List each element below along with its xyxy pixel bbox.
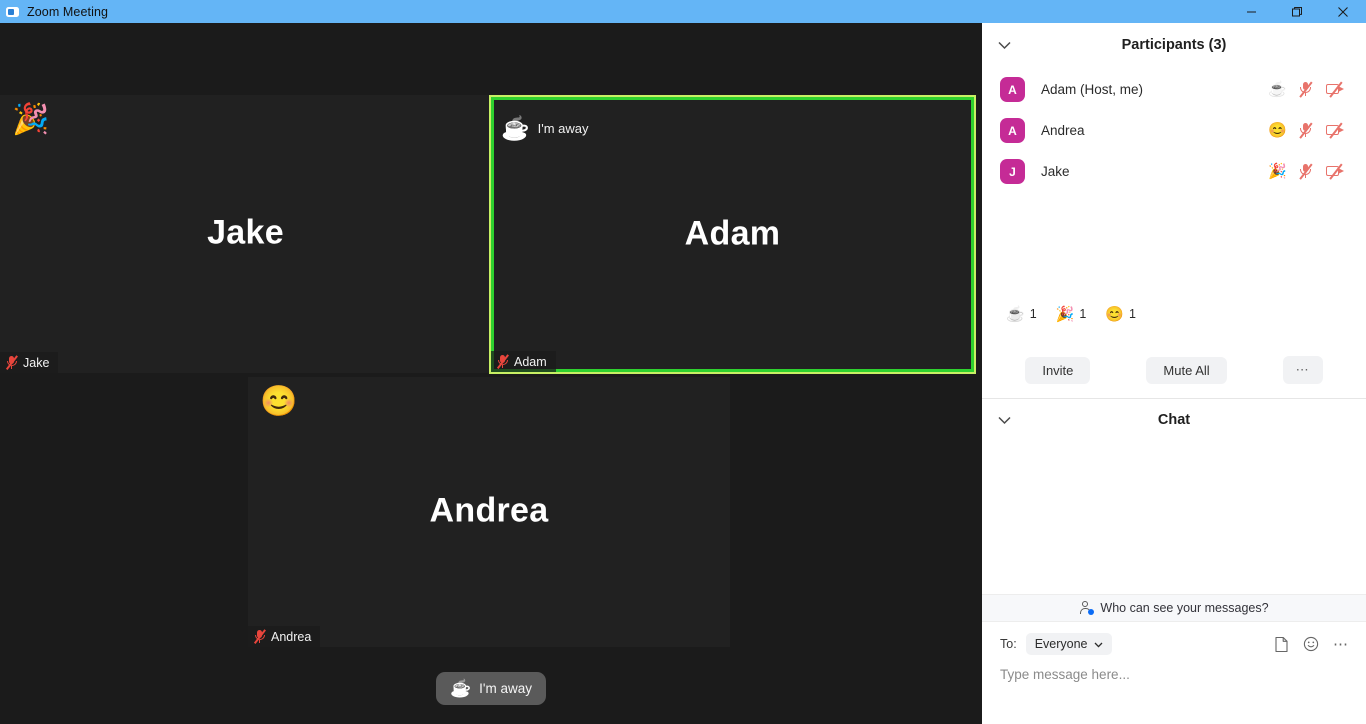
chat-privacy-bar[interactable]: Who can see your messages?: [982, 594, 1366, 622]
participant-row-adam[interactable]: A Adam (Host, me) ☕: [982, 69, 1366, 110]
reaction-count: 1: [1029, 307, 1037, 321]
mic-muted-icon[interactable]: [1298, 163, 1313, 180]
video-tile-adam[interactable]: ☕ I'm away Adam Adam: [489, 95, 976, 374]
mic-muted-icon[interactable]: [1298, 81, 1313, 98]
chat-recipient-value: Everyone: [1034, 637, 1088, 651]
video-stage: 🎉 Jake Jake ☕ I'm away Adam Adam 😊 Andre…: [0, 23, 982, 724]
video-tile-andrea[interactable]: 😊 Andrea Andrea: [248, 377, 730, 647]
file-icon[interactable]: [1274, 636, 1289, 653]
tile-footer-name: Andrea: [271, 629, 312, 644]
coffee-cup-icon: ☕: [501, 115, 530, 141]
right-side-panel: Participants (3) A Adam (Host, me) ☕ A A…: [982, 23, 1366, 724]
avatar: J: [1000, 159, 1025, 184]
close-button[interactable]: [1320, 0, 1366, 23]
avatar: A: [1000, 77, 1025, 102]
reaction-chip-coffee[interactable]: ☕ 1: [1006, 307, 1037, 322]
tile-footer-adam: Adam: [491, 351, 556, 372]
person-icon: [1079, 601, 1095, 615]
video-tile-jake[interactable]: 🎉 Jake Jake: [0, 95, 491, 373]
smiling-face-reaction: 😊: [260, 385, 298, 418]
participant-name: Andrea: [1041, 123, 1085, 138]
tile-footer-name: Jake: [23, 355, 50, 370]
chat-compose-area: To: Everyone ⋯ Type message here...: [982, 622, 1366, 724]
coffee-cup-reaction: ☕: [1006, 305, 1025, 323]
mic-muted-icon: [5, 355, 18, 370]
mic-muted-icon: [496, 354, 509, 369]
window-titlebar: Zoom Meeting: [0, 0, 1366, 23]
chat-more-icon[interactable]: ⋯: [1333, 635, 1348, 653]
coffee-cup-icon: ☕: [449, 678, 472, 698]
chat-header: Chat: [982, 398, 1366, 442]
participants-actions: Invite Mute All ⋯: [982, 356, 1366, 384]
invite-button[interactable]: Invite: [1025, 356, 1091, 384]
video-off-icon[interactable]: [1326, 163, 1345, 180]
chat-title: Chat: [1157, 412, 1191, 428]
window-title: Zoom Meeting: [27, 4, 109, 19]
tile-display-name: Jake: [207, 213, 284, 252]
participant-name: Adam (Host, me): [1041, 82, 1144, 97]
chevron-down-icon[interactable]: [982, 23, 1026, 67]
chat-messages-area: [982, 442, 1366, 609]
away-status-text: I'm away: [537, 121, 589, 136]
smiling-face-reaction: 😊: [1105, 305, 1124, 323]
participants-list: A Adam (Host, me) ☕ A Andrea 😊 J Jake 🎉: [982, 67, 1366, 192]
reaction-count: 1: [1128, 307, 1136, 321]
chat-privacy-text: Who can see your messages?: [1100, 601, 1269, 615]
away-button-label: I'm away: [479, 680, 532, 696]
maximize-button[interactable]: [1274, 0, 1320, 23]
chat-recipient-dropdown[interactable]: Everyone: [1025, 633, 1112, 655]
emoji-icon[interactable]: [1303, 636, 1319, 652]
reaction-chip-party[interactable]: 🎉 1: [1056, 307, 1087, 322]
reaction-chip-smile[interactable]: 😊 1: [1105, 307, 1136, 322]
reactions-summary-bar: ☕ 1 🎉 1 😊 1: [982, 299, 1366, 329]
participant-row-jake[interactable]: J Jake 🎉: [982, 151, 1366, 192]
tile-footer-name: Adam: [514, 354, 547, 369]
video-off-icon[interactable]: [1326, 81, 1345, 98]
away-status-button[interactable]: ☕ I'm away: [435, 671, 546, 705]
participant-row-andrea[interactable]: A Andrea 😊: [982, 110, 1366, 151]
chevron-down-icon: [1094, 637, 1103, 651]
tile-footer-jake: Jake: [0, 352, 59, 373]
participant-name: Jake: [1041, 164, 1070, 179]
reaction-count: 1: [1079, 307, 1087, 321]
minimize-button[interactable]: [1228, 0, 1274, 23]
mic-muted-icon[interactable]: [1298, 122, 1313, 139]
more-options-button[interactable]: ⋯: [1282, 356, 1323, 384]
mic-muted-icon: [253, 629, 266, 644]
chat-to-label: To:: [1000, 637, 1017, 651]
video-off-icon[interactable]: [1326, 122, 1345, 139]
meeting-toolbar: ☕ I'm away: [0, 652, 982, 724]
tile-display-name: Andrea: [429, 491, 549, 530]
avatar: A: [1000, 118, 1025, 143]
participants-header: Participants (3): [982, 23, 1366, 67]
chevron-down-icon[interactable]: [982, 398, 1026, 442]
participants-title: Participants (3): [1121, 37, 1227, 53]
party-popper-status-icon: 🎉: [1268, 163, 1287, 180]
tile-footer-andrea: Andrea: [248, 626, 321, 647]
zoom-camera-icon: [6, 5, 20, 19]
mute-all-button[interactable]: Mute All: [1146, 356, 1227, 384]
smiling-face-status-icon: 😊: [1268, 122, 1287, 139]
tile-display-name: Adam: [684, 214, 781, 253]
coffee-cup-status-icon: ☕: [1268, 81, 1287, 98]
party-popper-reaction: 🎉: [12, 103, 50, 136]
away-status-badge: ☕ I'm away: [501, 117, 589, 140]
chat-message-input[interactable]: Type message here...: [982, 655, 1366, 682]
party-popper-reaction: 🎉: [1055, 305, 1075, 323]
